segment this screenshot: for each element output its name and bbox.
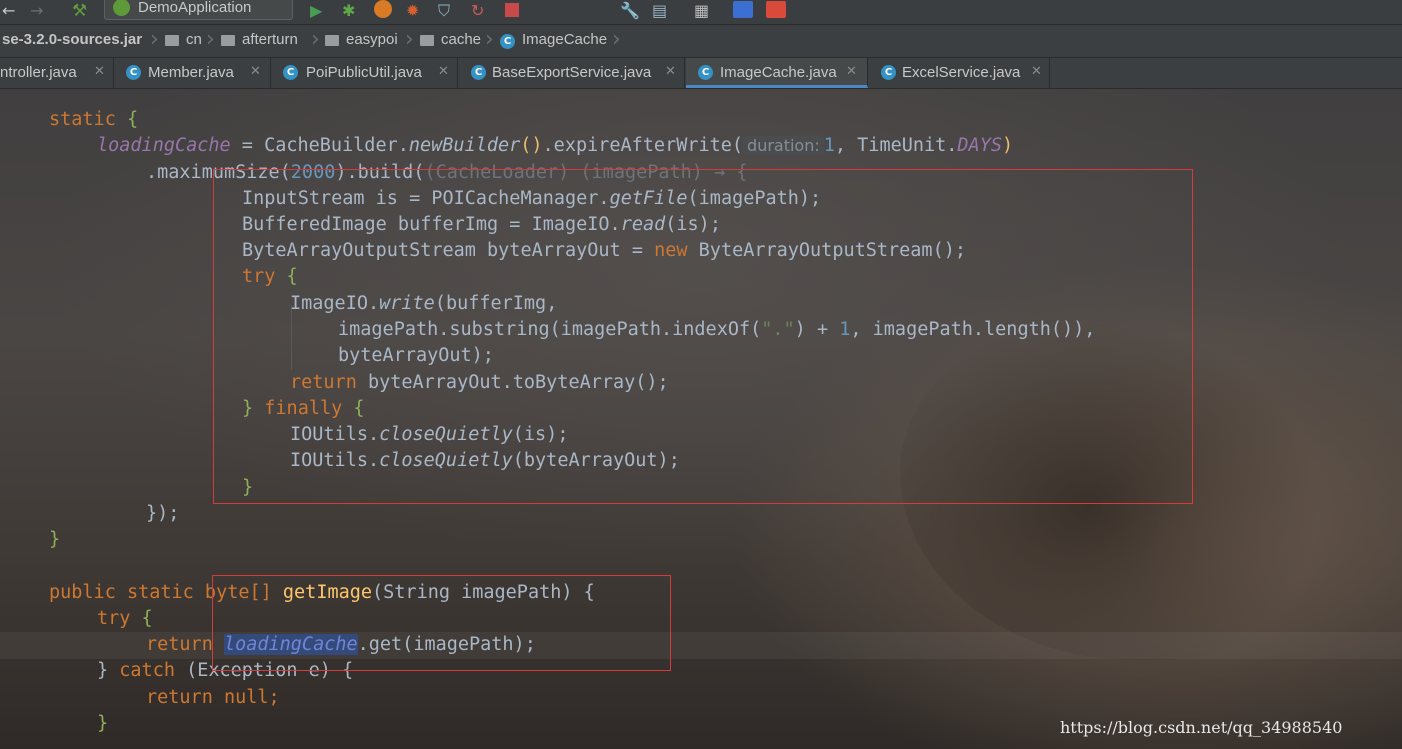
run-configuration-dropdown[interactable]: DemoApplication ▾ [104, 0, 384, 20]
code-line: } [49, 529, 61, 550]
run-config-label: DemoApplication [138, 0, 252, 16]
folder-icon [165, 35, 179, 46]
breadcrumb-afterturn[interactable]: afterturn [242, 31, 298, 48]
breadcrumb-separator: › [612, 27, 621, 52]
tab-baseexportservice[interactable]: C BaseExportService.java ✕ [459, 58, 685, 88]
close-icon[interactable]: ✕ [438, 64, 449, 79]
breadcrumb-separator: › [405, 27, 414, 52]
code-line: loadingCache = CacheBuilder.newBuilder()… [97, 135, 1014, 156]
breadcrumb-imagecache[interactable]: ImageCache [522, 31, 607, 48]
forward-arrow-icon[interactable]: → [30, 2, 43, 20]
tab-poipublicutil[interactable]: C PoiPublicUtil.java ✕ [272, 58, 458, 88]
reload-icon[interactable]: ↻ [471, 2, 484, 20]
editor-tabs: ntroller.java ✕ C Member.java ✕ C PoiPub… [0, 58, 1402, 89]
code-line: static { [49, 109, 139, 130]
tab-member[interactable]: C Member.java ✕ [115, 58, 271, 88]
code-line: }); [146, 503, 180, 524]
annotation-box-getimage [212, 575, 671, 671]
run-coverage-icon[interactable] [374, 0, 392, 18]
breadcrumb-easypoi[interactable]: easypoi [346, 31, 398, 48]
close-icon[interactable]: ✕ [846, 64, 857, 79]
debug-icon[interactable]: ✱ [342, 2, 355, 20]
folder-icon [325, 35, 339, 46]
code-line: return null; [146, 687, 280, 708]
close-icon[interactable]: ✕ [1031, 64, 1042, 79]
class-icon: C [500, 34, 515, 49]
tab-imagecache[interactable]: C ImageCache.java ✕ [686, 58, 868, 88]
folder-icon [221, 35, 235, 46]
tab-controller[interactable]: ntroller.java ✕ [0, 58, 114, 88]
class-icon: C [126, 65, 141, 80]
back-arrow-icon[interactable]: ← [2, 2, 15, 20]
class-icon: C [471, 65, 486, 80]
class-icon: C [283, 65, 298, 80]
code-line: } [97, 713, 109, 734]
settings-wrench-icon[interactable]: 🔧 [620, 2, 640, 20]
translate-alt-icon[interactable] [766, 1, 786, 18]
breadcrumb-cache[interactable]: cache [441, 31, 481, 48]
breadcrumb-separator: › [485, 27, 494, 52]
parameter-hint: duration: [743, 136, 824, 155]
profile-icon[interactable]: ✹ [406, 2, 419, 20]
close-icon[interactable]: ✕ [94, 64, 105, 79]
code-line: try { [97, 608, 153, 629]
folder-icon [420, 35, 434, 46]
tab-label: PoiPublicUtil.java [306, 64, 422, 81]
breadcrumb-cn[interactable]: cn [186, 31, 202, 48]
class-icon: C [881, 65, 896, 80]
spring-boot-icon [113, 0, 130, 16]
class-icon: C [698, 65, 713, 80]
breadcrumb-separator: › [206, 27, 215, 52]
tab-label: ExcelService.java [902, 64, 1021, 81]
sdk-icon[interactable]: ▦ [694, 2, 709, 20]
breadcrumb-separator: › [150, 27, 159, 52]
tab-label: ntroller.java [0, 64, 77, 81]
breadcrumb-jar[interactable]: se-3.2.0-sources.jar [2, 31, 142, 48]
main-toolbar: ← → ⚒ DemoApplication ▾ ▶ ✱ ✹ ⛉ ↻ 🔧 ▤ ▦ [0, 0, 1402, 25]
annotation-box-loader [213, 169, 1193, 504]
attach-debugger-icon[interactable]: ⛉ [438, 2, 450, 20]
tab-label: ImageCache.java [720, 64, 837, 81]
tab-label: BaseExportService.java [492, 64, 652, 81]
translate-icon[interactable] [733, 1, 753, 18]
watermark: https://blog.csdn.net/qq_34988540 [1060, 718, 1343, 737]
project-structure-icon[interactable]: ▤ [652, 2, 667, 20]
breadcrumb-separator: › [311, 27, 320, 52]
stop-icon[interactable] [505, 3, 519, 17]
run-icon[interactable]: ▶ [310, 2, 322, 20]
tab-excelservice[interactable]: C ExcelService.java ✕ [869, 58, 1050, 88]
close-icon[interactable]: ✕ [250, 64, 261, 79]
close-icon[interactable]: ✕ [665, 64, 676, 79]
tab-label: Member.java [148, 64, 234, 81]
build-hammer-icon[interactable]: ⚒ [72, 2, 87, 20]
breadcrumb: se-3.2.0-sources.jar › cn › afterturn › … [0, 25, 1402, 58]
